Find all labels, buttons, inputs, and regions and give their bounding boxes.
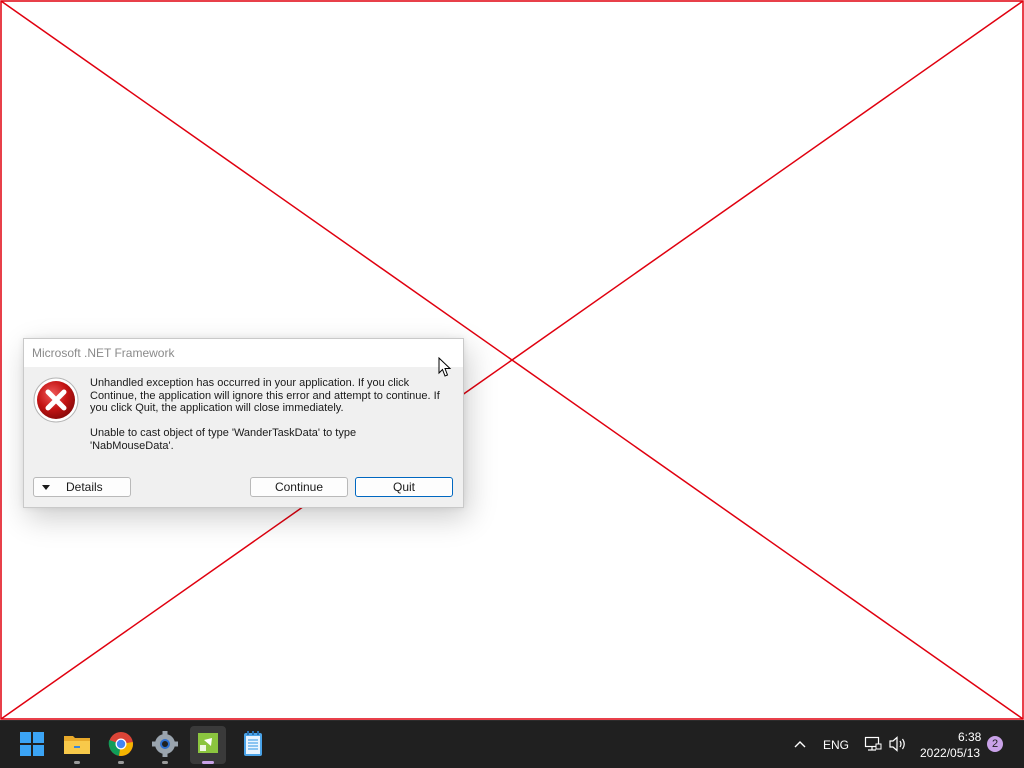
quit-button[interactable]: Quit	[355, 477, 453, 497]
volume-icon[interactable]	[888, 735, 908, 753]
taskbar: ENG 6:38 2022/05/13 2	[0, 720, 1024, 768]
active-app-button[interactable]	[190, 726, 226, 764]
settings-button[interactable]	[149, 728, 181, 760]
notepad-icon	[244, 731, 262, 756]
mouse-cursor-icon	[438, 357, 452, 377]
chrome-icon	[108, 732, 133, 756]
details-button[interactable]: Details	[33, 477, 131, 497]
details-label: Details	[66, 480, 103, 494]
notepad-button[interactable]	[237, 728, 269, 760]
file-explorer-button[interactable]	[61, 728, 93, 760]
chevron-down-icon	[42, 485, 50, 490]
chevron-up-icon[interactable]	[792, 738, 808, 750]
running-indicator	[74, 761, 80, 764]
error-detail-message: Unable to cast object of type 'WanderTas…	[90, 427, 357, 452]
language-indicator[interactable]: ENG	[823, 738, 849, 752]
active-indicator	[202, 761, 214, 764]
gear-icon	[152, 731, 178, 757]
clock-date[interactable]: 2022/05/13	[920, 746, 980, 760]
chrome-button[interactable]	[105, 728, 137, 760]
start-button[interactable]	[16, 728, 48, 760]
folder-icon	[64, 736, 90, 754]
running-indicator	[118, 761, 124, 764]
app-icon	[198, 733, 218, 753]
error-icon	[33, 377, 79, 423]
notification-badge[interactable]: 2	[987, 736, 1003, 752]
running-indicator	[162, 761, 168, 764]
continue-button[interactable]: Continue	[250, 477, 348, 497]
network-icon[interactable]	[864, 735, 882, 753]
error-dialog: Microsoft .NET Framework Unhandled excep…	[23, 338, 464, 508]
dialog-title: Microsoft .NET Framework	[32, 346, 175, 360]
clock-time[interactable]: 6:38	[958, 730, 981, 744]
windows-logo-icon	[20, 732, 44, 756]
desktop: Microsoft .NET Framework Unhandled excep…	[0, 0, 1024, 720]
error-message: Unhandled exception has occurred in your…	[90, 377, 440, 415]
dialog-titlebar[interactable]: Microsoft .NET Framework	[24, 339, 463, 367]
